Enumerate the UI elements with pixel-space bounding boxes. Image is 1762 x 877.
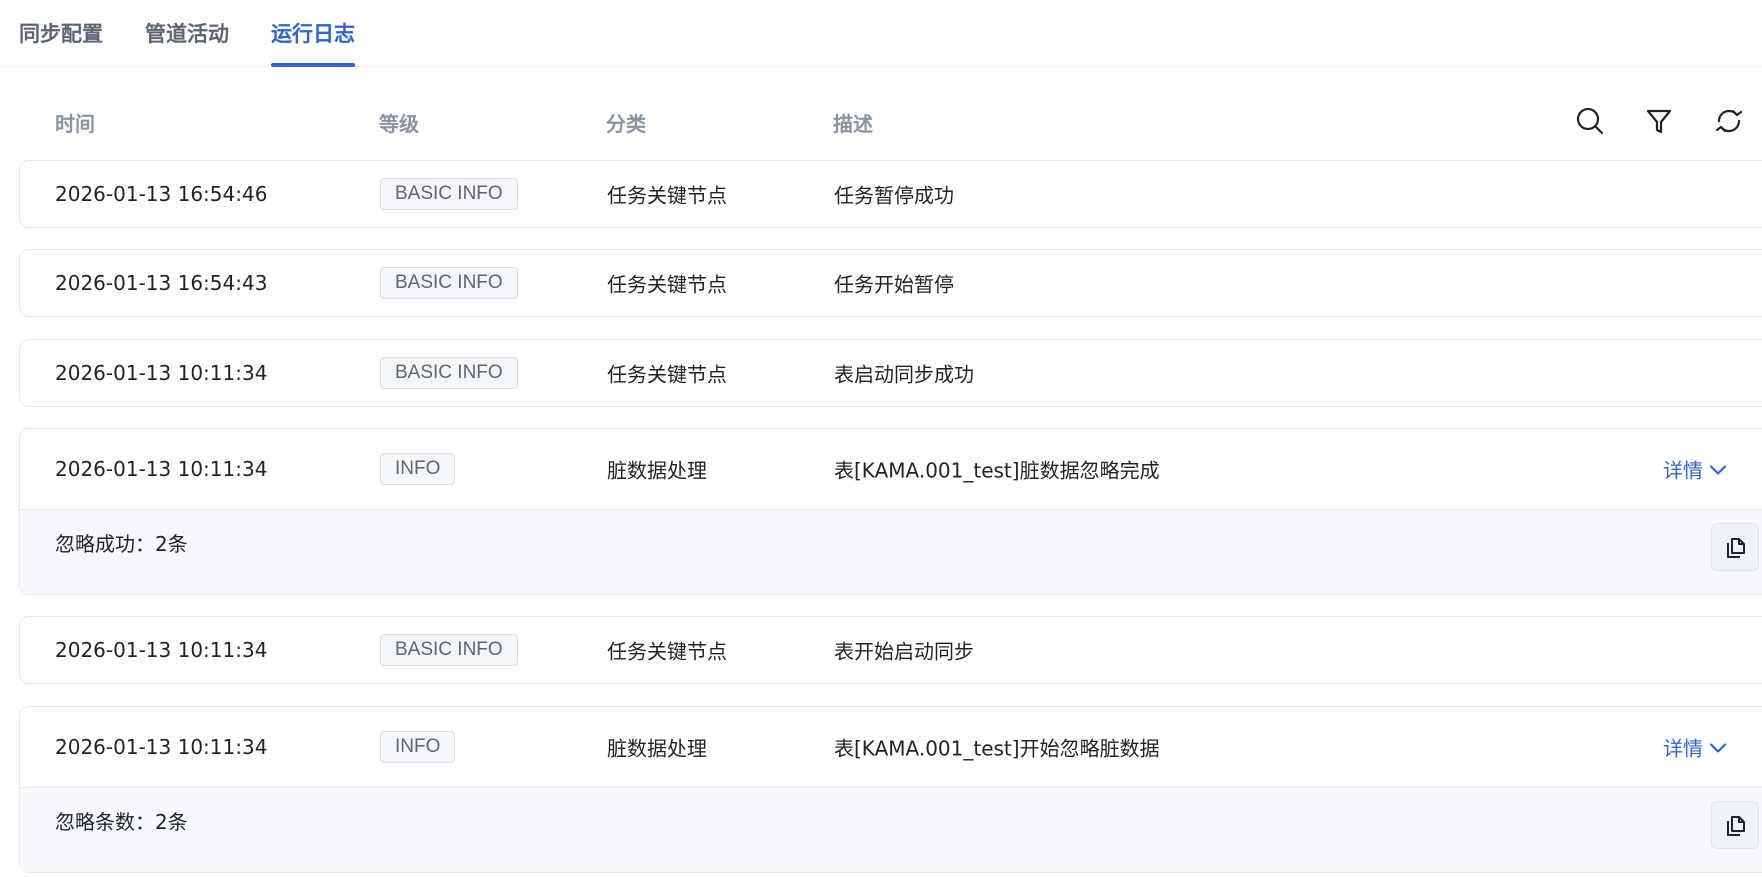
level-badge: BASIC INFO xyxy=(380,267,518,299)
details-toggle[interactable]: 详情 xyxy=(1663,455,1729,484)
log-time: 2026-01-13 10:11:34 xyxy=(55,361,268,385)
log-row: 2026-01-13 10:11:34 BASIC INFO 任务关键节点 表开… xyxy=(19,616,1762,684)
log-detail-panel: 忽略成功：2条 xyxy=(20,509,1762,594)
log-category: 任务关键节点 xyxy=(607,183,727,208)
header-category: 分类 xyxy=(606,112,646,136)
detail-text: 忽略条数：2条 xyxy=(55,810,188,834)
filter-icon[interactable] xyxy=(1641,103,1677,139)
log-table-header: 时间 等级 分类 描述 xyxy=(0,96,1762,142)
log-description: 任务暂停成功 xyxy=(834,183,954,208)
log-category: 任务关键节点 xyxy=(607,362,727,387)
log-row: 2026-01-13 10:11:34 BASIC INFO 任务关键节点 表启… xyxy=(19,339,1762,407)
log-time: 2026-01-13 16:54:46 xyxy=(55,182,268,206)
log-category: 脏数据处理 xyxy=(607,736,707,761)
header-level: 等级 xyxy=(379,112,419,136)
tab-bar: 同步配置 管道活动 运行日志 xyxy=(0,0,1762,67)
log-time: 2026-01-13 16:54:43 xyxy=(55,271,268,295)
log-level: BASIC INFO xyxy=(380,178,518,210)
log-row: 2026-01-13 16:54:43 BASIC INFO 任务关键节点 任务… xyxy=(19,249,1762,317)
chevron-down-icon xyxy=(1709,464,1727,475)
log-description: 表启动同步成功 xyxy=(834,362,974,387)
log-level: BASIC INFO xyxy=(380,357,518,389)
log-time: 2026-01-13 10:11:34 xyxy=(55,735,268,759)
header-description: 描述 xyxy=(833,112,873,136)
details-label: 详情 xyxy=(1663,458,1703,483)
log-time: 2026-01-13 10:11:34 xyxy=(55,638,268,662)
details-toggle[interactable]: 详情 xyxy=(1663,733,1729,762)
log-row-expanded: 2026-01-13 10:11:34 INFO 脏数据处理 表[KAMA.00… xyxy=(19,706,1762,873)
level-badge: INFO xyxy=(380,731,456,763)
log-category: 脏数据处理 xyxy=(607,458,707,483)
detail-text: 忽略成功：2条 xyxy=(55,532,188,556)
log-level: INFO xyxy=(380,453,456,485)
level-badge: BASIC INFO xyxy=(380,634,518,666)
copy-icon xyxy=(1727,816,1745,836)
log-category: 任务关键节点 xyxy=(607,272,727,297)
copy-button[interactable] xyxy=(1711,801,1759,849)
details-label: 详情 xyxy=(1663,736,1703,761)
tab-pipeline-activity[interactable]: 管道活动 xyxy=(145,18,229,66)
log-description: 表开始启动同步 xyxy=(834,639,974,664)
header-time: 时间 xyxy=(55,112,95,136)
log-detail-panel: 忽略条数：2条 xyxy=(20,787,1762,872)
level-badge: INFO xyxy=(380,453,456,485)
search-icon[interactable] xyxy=(1572,103,1608,139)
log-time: 2026-01-13 10:11:34 xyxy=(55,457,268,481)
log-level: INFO xyxy=(380,731,456,763)
log-description: 表[KAMA.001_test]脏数据忽略完成 xyxy=(834,458,1160,483)
log-row: 2026-01-13 16:54:46 BASIC INFO 任务关键节点 任务… xyxy=(19,160,1762,228)
log-level: BASIC INFO xyxy=(380,634,518,666)
log-description: 表[KAMA.001_test]开始忽略脏数据 xyxy=(834,736,1160,761)
chevron-down-icon xyxy=(1709,742,1727,753)
level-badge: BASIC INFO xyxy=(380,178,518,210)
log-category: 任务关键节点 xyxy=(607,639,727,664)
copy-icon xyxy=(1727,538,1745,558)
level-badge: BASIC INFO xyxy=(380,357,518,389)
refresh-icon[interactable] xyxy=(1711,103,1747,139)
copy-button[interactable] xyxy=(1711,523,1759,571)
log-row-expanded: 2026-01-13 10:11:34 INFO 脏数据处理 表[KAMA.00… xyxy=(19,428,1762,595)
log-level: BASIC INFO xyxy=(380,267,518,299)
tab-sync-config[interactable]: 同步配置 xyxy=(19,18,103,66)
log-description: 任务开始暂停 xyxy=(834,272,954,297)
tab-run-log[interactable]: 运行日志 xyxy=(271,18,355,67)
